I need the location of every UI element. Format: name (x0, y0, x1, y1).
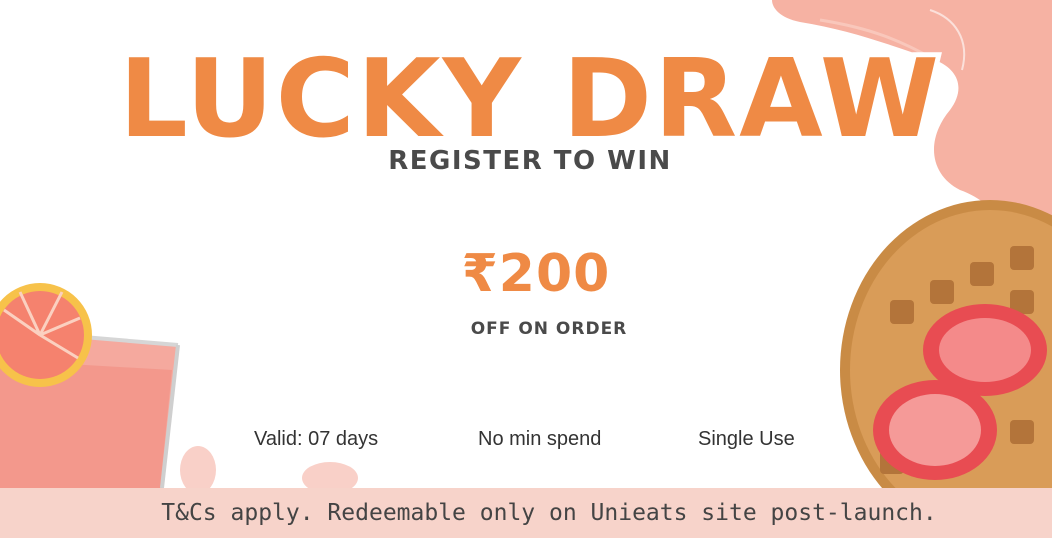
discount-label: OFF ON ORDER (470, 319, 628, 339)
feature-min-spend: No min spend (478, 428, 602, 450)
subtitle: REGISTER TO WIN (388, 146, 672, 176)
title-text: LUCKY DRAW (119, 37, 941, 162)
pink-drink-glass-icon (0, 283, 358, 494)
lucky-draw-banner: LUCKY DRAW REGISTER TO WIN ₹200 OFF ON O… (0, 0, 1052, 538)
discount-amount: ₹200 (461, 244, 611, 304)
terms-text: T&Cs apply. Redeemable only on Unieats s… (161, 500, 937, 526)
feature-single-use: Single Use (698, 428, 795, 450)
footer-bar: T&Cs apply. Redeemable only on Unieats s… (0, 488, 1052, 538)
feature-validity: Valid: 07 days (254, 428, 379, 450)
